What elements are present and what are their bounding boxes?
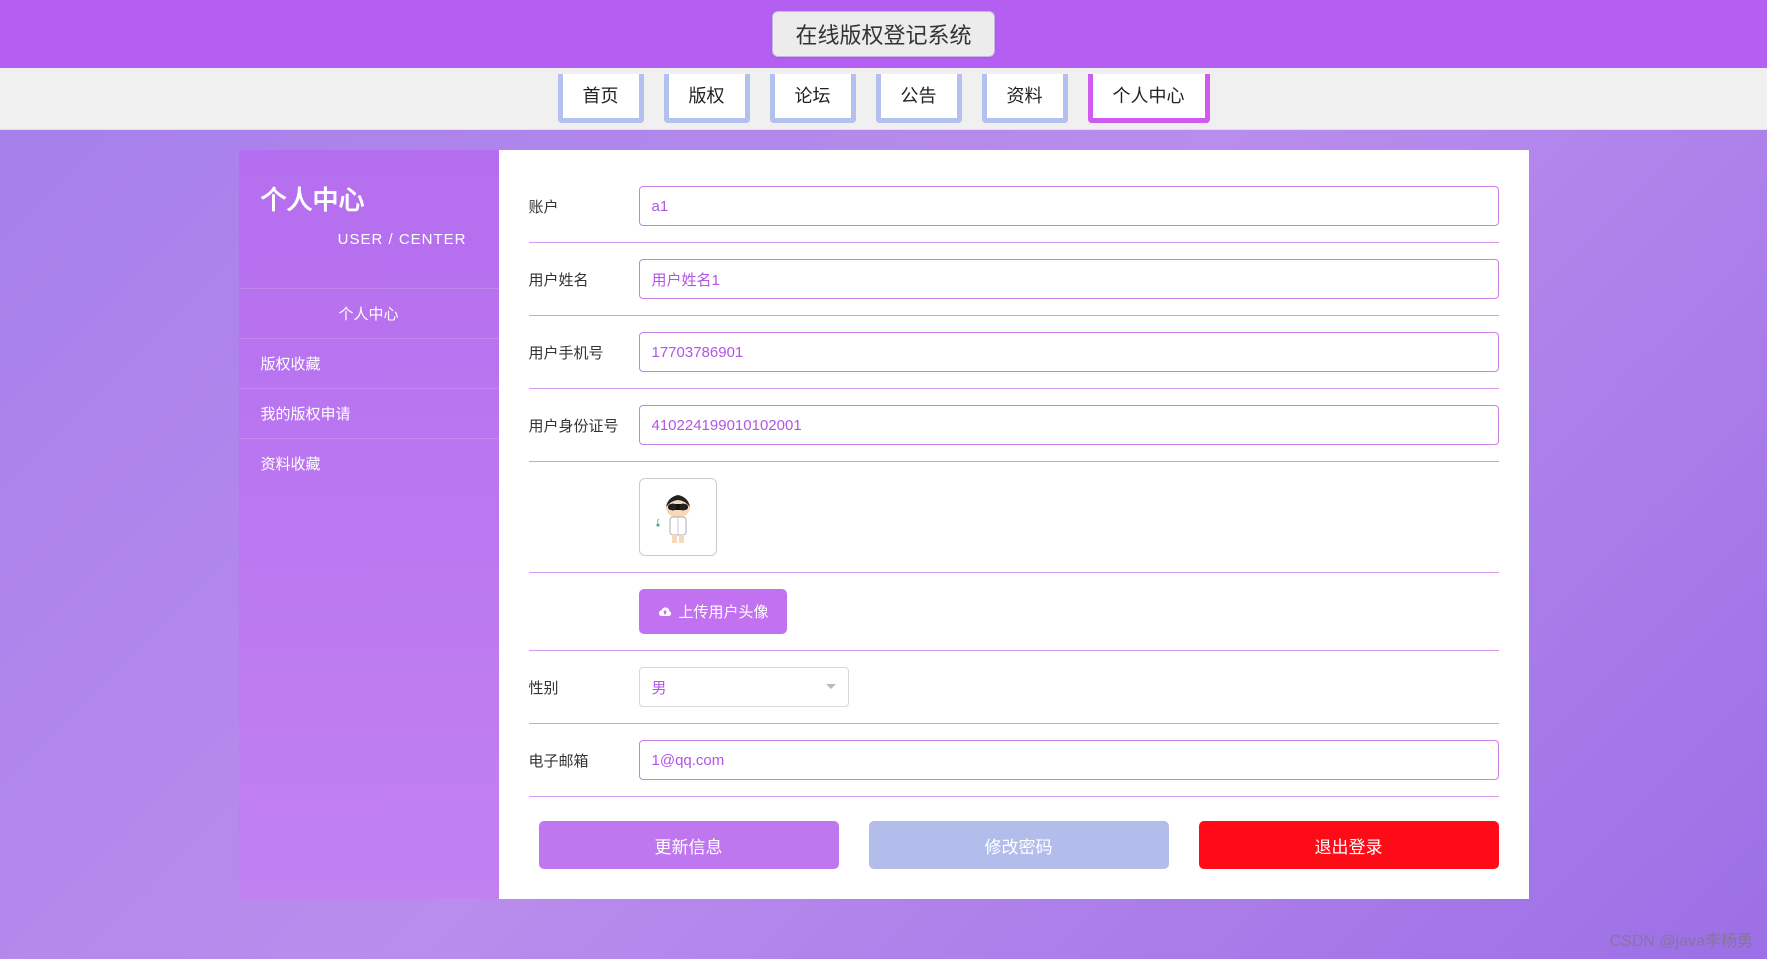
input-username[interactable] — [639, 259, 1499, 299]
cloud-upload-icon — [657, 606, 673, 618]
row-phone: 用户手机号 — [529, 316, 1499, 389]
input-idcard[interactable] — [639, 405, 1499, 445]
nav-material[interactable]: 资料 — [982, 74, 1068, 123]
sidebar-title: 个人中心 — [261, 180, 477, 217]
label-email: 电子邮箱 — [529, 750, 639, 771]
row-username: 用户姓名 — [529, 243, 1499, 316]
button-row: 更新信息 修改密码 退出登录 — [529, 821, 1499, 869]
label-gender: 性别 — [529, 677, 639, 698]
watermark: CSDN @java李杨勇 — [1610, 927, 1753, 951]
nav-bar: 首页 版权 论坛 公告 资料 个人中心 — [0, 68, 1767, 130]
upload-avatar-label: 上传用户头像 — [679, 601, 769, 622]
sidebar-item-material-fav[interactable]: 资料收藏 — [239, 438, 499, 488]
change-password-button[interactable]: 修改密码 — [869, 821, 1169, 869]
sidebar-subtitle: USER / CENTER — [261, 231, 477, 248]
sidebar: 个人中心 USER / CENTER 个人中心 版权收藏 我的版权申请 资料收藏 — [239, 150, 499, 899]
input-account[interactable] — [639, 186, 1499, 226]
select-gender[interactable]: 男 — [639, 667, 849, 707]
row-account: 账户 — [529, 170, 1499, 243]
row-avatar-preview — [529, 462, 1499, 573]
sidebar-menu: 个人中心 版权收藏 我的版权申请 资料收藏 — [239, 288, 499, 488]
top-banner: 在线版权登记系统 — [0, 0, 1767, 68]
select-gender-value: 男 — [652, 677, 667, 698]
nav-user-center[interactable]: 个人中心 — [1088, 74, 1210, 123]
update-button[interactable]: 更新信息 — [539, 821, 839, 869]
app-title: 在线版权登记系统 — [772, 11, 994, 57]
row-email: 电子邮箱 — [529, 724, 1499, 797]
nav-copyright[interactable]: 版权 — [664, 74, 750, 123]
upload-avatar-button[interactable]: 上传用户头像 — [639, 589, 787, 634]
content-wrap: 个人中心 USER / CENTER 个人中心 版权收藏 我的版权申请 资料收藏… — [239, 150, 1529, 899]
row-idcard: 用户身份证号 — [529, 389, 1499, 462]
label-phone: 用户手机号 — [529, 342, 639, 363]
row-gender: 性别 男 — [529, 651, 1499, 724]
label-account: 账户 — [529, 196, 639, 217]
row-avatar-upload: 上传用户头像 — [529, 573, 1499, 651]
input-email[interactable] — [639, 740, 1499, 780]
sidebar-item-copyright-fav[interactable]: 版权收藏 — [239, 338, 499, 388]
label-username: 用户姓名 — [529, 269, 639, 290]
sidebar-item-my-apply[interactable]: 我的版权申请 — [239, 388, 499, 438]
nav-forum[interactable]: 论坛 — [770, 74, 856, 123]
logout-button[interactable]: 退出登录 — [1199, 821, 1499, 869]
avatar-preview[interactable] — [639, 478, 717, 556]
nav-home[interactable]: 首页 — [558, 74, 644, 123]
nav-notice[interactable]: 公告 — [876, 74, 962, 123]
sidebar-header: 个人中心 USER / CENTER — [239, 150, 499, 268]
avatar-icon — [648, 487, 708, 547]
label-idcard: 用户身份证号 — [529, 415, 639, 436]
input-phone[interactable] — [639, 332, 1499, 372]
main-panel: 账户 用户姓名 用户手机号 用户身份证号 — [499, 150, 1529, 899]
sidebar-item-user-center[interactable]: 个人中心 — [239, 288, 499, 338]
